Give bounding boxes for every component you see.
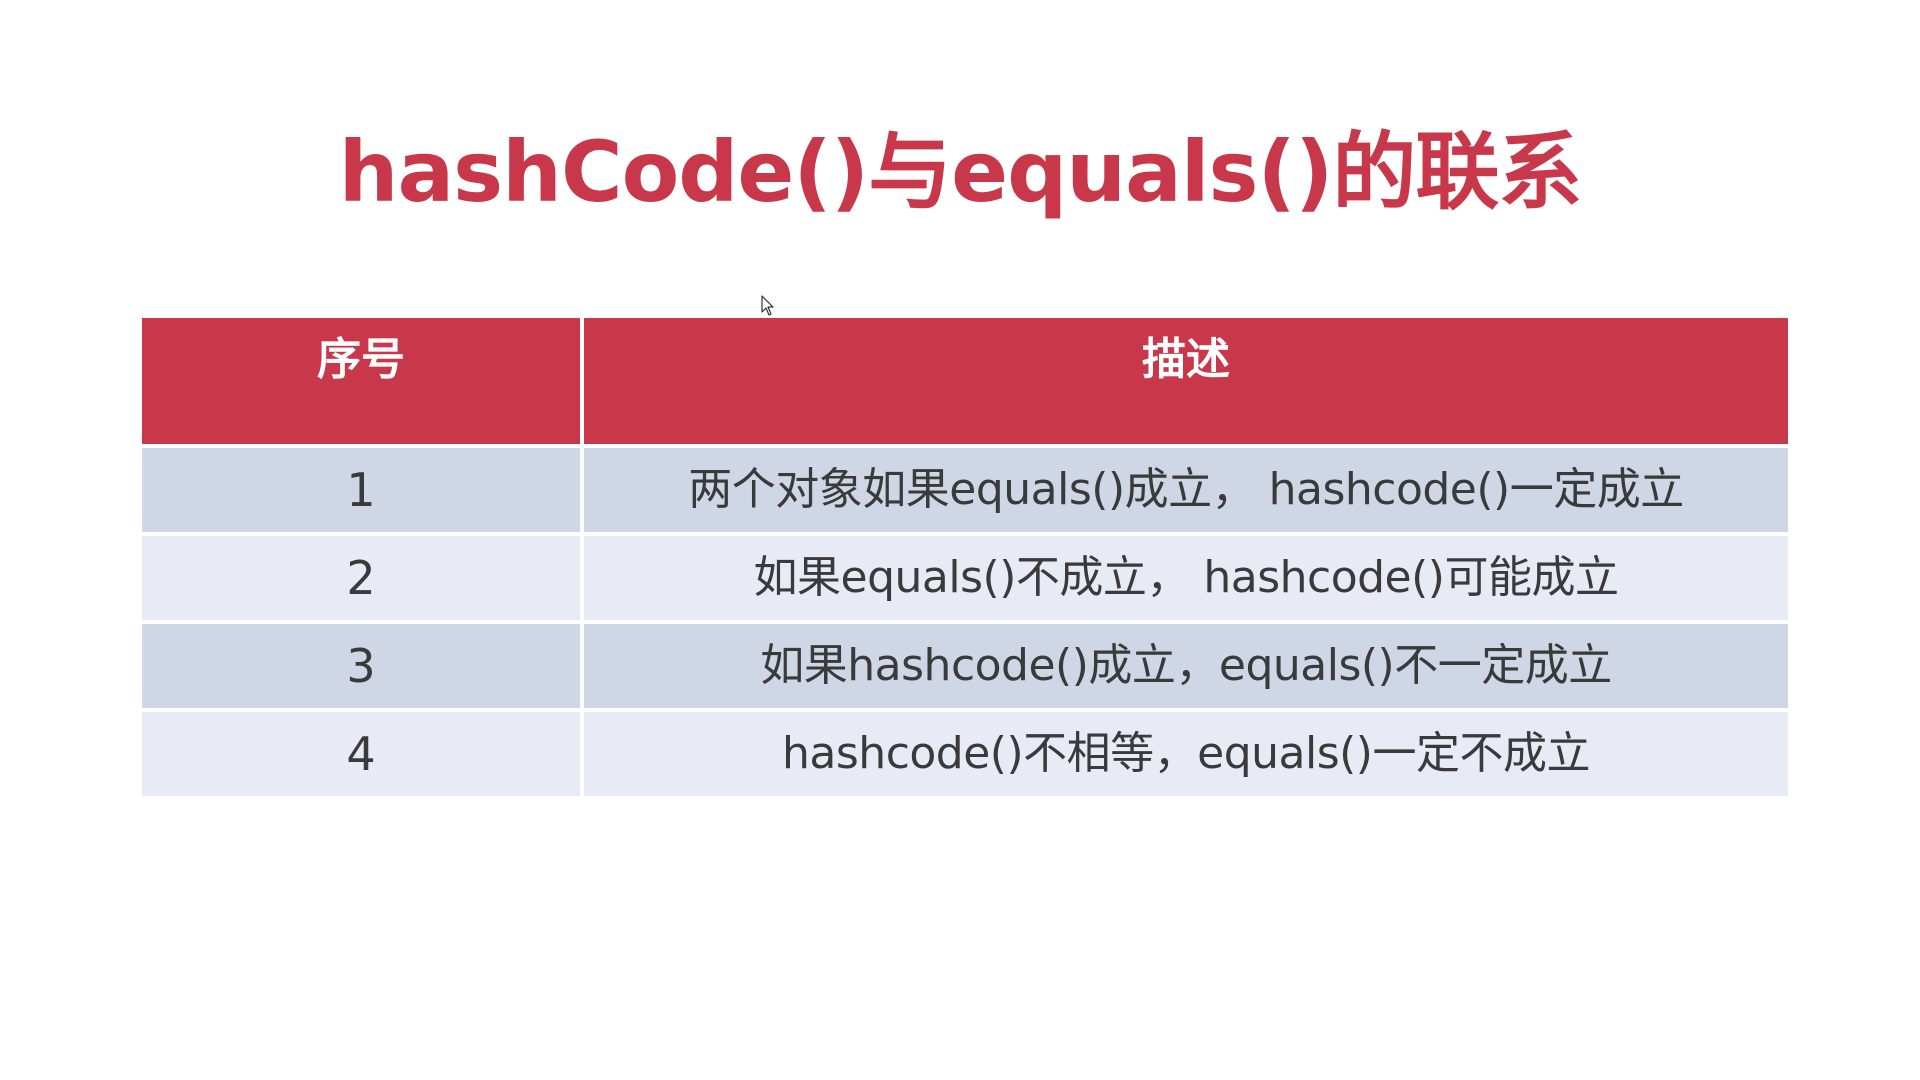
slide: hashCode()与equals()的联系 序号 描述 1 两个对象如果equ… — [0, 0, 1920, 1080]
table-row: 2 如果equals()不成立， hashcode()可能成立 — [142, 534, 1788, 624]
row-description: hashcode()不相等，equals()一定不成立 — [582, 710, 1788, 800]
row-number: 1 — [142, 446, 584, 536]
table-row: 3 如果hashcode()成立，equals()不一定成立 — [142, 622, 1788, 712]
row-number: 3 — [142, 622, 584, 712]
row-description: 两个对象如果equals()成立， hashcode()一定成立 — [582, 446, 1788, 536]
table-header-row: 序号 描述 — [142, 318, 1788, 448]
slide-title: hashCode()与equals()的联系 — [338, 123, 1583, 221]
relation-table: 序号 描述 1 两个对象如果equals()成立， hashcode()一定成立… — [142, 318, 1788, 800]
row-number: 4 — [142, 710, 584, 800]
header-number: 序号 — [142, 318, 584, 448]
row-number: 2 — [142, 534, 584, 624]
table-row: 4 hashcode()不相等，equals()一定不成立 — [142, 710, 1788, 800]
row-description: 如果equals()不成立， hashcode()可能成立 — [582, 534, 1788, 624]
table-row: 1 两个对象如果equals()成立， hashcode()一定成立 — [142, 446, 1788, 536]
row-description: 如果hashcode()成立，equals()不一定成立 — [582, 622, 1788, 712]
mouse-cursor-icon — [761, 295, 774, 316]
header-description: 描述 — [582, 318, 1788, 448]
